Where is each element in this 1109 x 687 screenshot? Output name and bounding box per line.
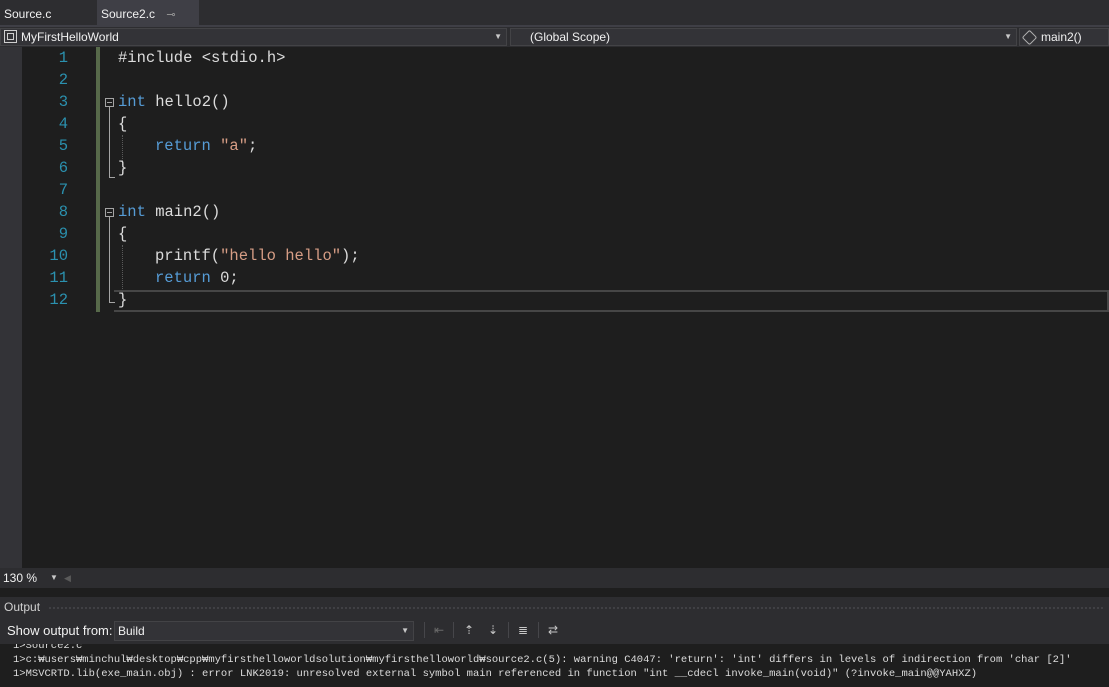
output-toolbar: Show output from: Build ▼ ⇤ ⇡ ⇣ ≣ ⇄ xyxy=(0,617,1109,644)
zoom-level-dropdown[interactable]: 130 % xyxy=(0,569,37,587)
next-message-icon[interactable]: ⇣ xyxy=(485,622,501,638)
chevron-down-icon: ▼ xyxy=(494,32,502,41)
code-text: } xyxy=(118,157,127,179)
chevron-down-icon: ▼ xyxy=(401,626,409,635)
line-number: 8 xyxy=(58,203,68,221)
code-text: return "a"; xyxy=(155,135,257,157)
code-text: int main2() xyxy=(118,201,220,223)
code-line: 6 } xyxy=(0,157,1109,179)
navigation-bar: MyFirstHelloWorld ▼ (Global Scope) ▼ mai… xyxy=(0,27,1109,47)
line-number: 7 xyxy=(58,181,68,199)
string-literal: "hello hello" xyxy=(220,247,342,265)
line-number: 6 xyxy=(58,159,68,177)
tab-source2-c[interactable]: Source2.c ⊸ ✕ xyxy=(97,0,199,50)
code-editor[interactable]: 1 #include <stdio.h> 2 3 int hello2() 4 … xyxy=(0,47,1109,568)
line-number: 3 xyxy=(58,93,68,111)
output-line: 1>c:₩users₩minchul₩desktop₩cpp₩myfirsthe… xyxy=(13,654,1072,666)
line-number: 12 xyxy=(49,291,68,309)
code-text: #include <stdio.h> xyxy=(118,47,285,69)
code-line: 2 xyxy=(0,69,1109,91)
punctuation: ; xyxy=(248,137,258,155)
brace: } xyxy=(118,159,128,177)
code-text: return 0; xyxy=(155,267,239,289)
identifier: 0; xyxy=(210,269,239,287)
output-panel-title: Output xyxy=(4,600,41,614)
punctuation: ); xyxy=(341,247,360,265)
brace: { xyxy=(118,115,128,133)
tab-label: Source.c xyxy=(4,7,52,21)
code-text: printf("hello hello"); xyxy=(155,245,360,267)
code-line: 4 { xyxy=(0,113,1109,135)
scope-dropdown[interactable]: (Global Scope) ▼ xyxy=(510,28,1017,46)
toolbar-separator xyxy=(424,622,425,638)
chevron-down-icon: ▼ xyxy=(1004,32,1012,41)
project-icon xyxy=(4,30,17,43)
panel-grip[interactable] xyxy=(48,606,1103,610)
toolbar-separator xyxy=(508,622,509,638)
tab-label: Source2.c xyxy=(101,7,156,21)
code-line: 10 printf("hello hello"); xyxy=(0,245,1109,267)
line-number: 1 xyxy=(58,49,68,67)
output-source-dropdown[interactable]: Build ▼ xyxy=(114,621,414,641)
editor-status-bar: 130 % ▼ ◀ xyxy=(0,568,1109,588)
code-line: 8 int main2() xyxy=(0,201,1109,223)
keyword: int xyxy=(118,203,146,221)
code-line: 11 return 0; xyxy=(0,267,1109,289)
identifier: hello2() xyxy=(145,93,230,111)
code-line: 3 int hello2() xyxy=(0,91,1109,113)
function-icon xyxy=(1021,30,1038,46)
line-number: 2 xyxy=(58,71,68,89)
previous-message-icon[interactable]: ⇡ xyxy=(461,622,477,638)
output-line: 1>Source2.c xyxy=(13,644,83,652)
identifier: printf( xyxy=(155,247,221,265)
line-number: 10 xyxy=(49,247,68,265)
keyword: return xyxy=(155,269,211,287)
code-line: 5 return "a"; xyxy=(0,135,1109,157)
show-output-from-label: Show output from: xyxy=(7,623,113,638)
code-text: int hello2() xyxy=(118,91,230,113)
find-message-icon[interactable]: ⇤ xyxy=(431,622,447,638)
line-number: 9 xyxy=(58,225,68,243)
keyword: int xyxy=(118,93,146,111)
line-number: 4 xyxy=(58,115,68,133)
clear-all-icon[interactable]: ≣ xyxy=(515,622,531,638)
output-source-value: Build xyxy=(118,624,145,638)
code-text: { xyxy=(118,223,127,245)
identifier: main2() xyxy=(145,203,221,221)
output-line: 1>MSVCRTD.lib(exe_main.obj) : error LNK2… xyxy=(13,668,978,680)
brace: { xyxy=(118,225,128,243)
code-text: } xyxy=(118,289,127,311)
line-number: 11 xyxy=(49,269,68,287)
tab-source-c[interactable]: Source.c xyxy=(0,0,55,25)
scroll-left-icon[interactable]: ◀ xyxy=(64,569,71,587)
scope-name: (Global Scope) xyxy=(530,30,611,44)
code-line: 1 #include <stdio.h> xyxy=(0,47,1109,69)
output-text-area[interactable]: 1>Source2.c 1>c:₩users₩minchul₩desktop₩c… xyxy=(0,644,1109,687)
output-panel-header: Output xyxy=(0,597,1109,617)
toolbar-separator xyxy=(538,622,539,638)
project-name: MyFirstHelloWorld xyxy=(21,30,119,44)
code-line: 12 } xyxy=(0,289,1109,311)
preprocessor-directive: #include <stdio.h> xyxy=(118,49,286,67)
line-number: 5 xyxy=(58,137,68,155)
brace: } xyxy=(118,291,128,309)
string-literal: "a" xyxy=(220,137,249,155)
document-tab-strip: Source.c Source2.c ⊸ ✕ xyxy=(0,0,1109,50)
project-dropdown[interactable]: MyFirstHelloWorld ▼ xyxy=(0,28,507,46)
member-name: main2() xyxy=(1041,30,1082,44)
toolbar-separator xyxy=(453,622,454,638)
code-line: 7 xyxy=(0,179,1109,201)
chevron-down-icon[interactable]: ▼ xyxy=(50,569,58,587)
code-line: 9 { xyxy=(0,223,1109,245)
toggle-word-wrap-icon[interactable]: ⇄ xyxy=(545,622,561,638)
code-text: { xyxy=(118,113,127,135)
zoom-level: 130 % xyxy=(3,571,38,585)
member-dropdown[interactable]: main2() xyxy=(1019,28,1109,46)
keyword: return xyxy=(155,137,211,155)
